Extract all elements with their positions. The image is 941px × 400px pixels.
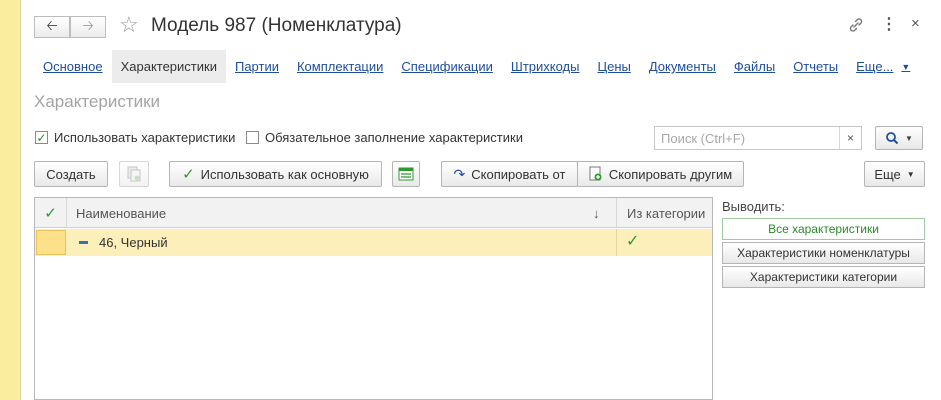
item-marker-icon — [79, 241, 88, 244]
copy-add-icon — [589, 166, 602, 181]
row-name: 46, Черный — [99, 235, 168, 250]
more-actions-label: Еще — [874, 166, 901, 182]
checkmark-icon: ✓ — [626, 233, 640, 250]
copy-to-others-label: Скопировать другим — [608, 166, 733, 182]
use-characteristics-option[interactable]: ✓ Использовать характеристики — [35, 130, 235, 145]
filter-category-characteristics-button[interactable]: Характеристики категории — [722, 266, 925, 288]
forward-button[interactable]: 🡢 — [70, 16, 106, 38]
window-title: Модель 987 (Номенклатура) — [151, 15, 402, 36]
name-column-header[interactable]: Наименование — [76, 198, 606, 228]
tab-batches[interactable]: Партии — [226, 50, 288, 83]
use-characteristics-label: Использовать характеристики — [54, 130, 236, 145]
copy-item-button[interactable] — [119, 161, 149, 187]
more-vertical-icon[interactable]: ⋮ — [881, 14, 897, 34]
back-button[interactable]: 🡠 — [34, 16, 70, 38]
use-as-main-label: Использовать как основную — [200, 166, 369, 182]
close-icon[interactable]: × — [911, 15, 920, 32]
filter-all-button[interactable]: Все характеристики — [722, 218, 925, 240]
link-icon[interactable] — [847, 16, 865, 34]
table-row[interactable]: 46, Черный ✓ — [35, 229, 712, 256]
tab-bar: Основное Характеристики Партии Комплекта… — [34, 50, 919, 83]
characteristics-table[interactable]: ✓ Наименование ↓ Из категории 46, Черный… — [34, 197, 713, 400]
copy-document-icon — [127, 166, 141, 182]
tab-specifications[interactable]: Спецификации — [392, 50, 502, 83]
triangle-down-icon: ▼ — [901, 61, 911, 72]
curved-arrow-icon: ↷ — [453, 165, 466, 182]
section-title: Характеристики — [34, 92, 161, 111]
tab-barcodes[interactable]: Штрихкоды — [502, 50, 589, 83]
row-mark-cell[interactable] — [36, 230, 66, 255]
filter-label: Выводить: — [722, 199, 785, 214]
create-button[interactable]: Создать — [34, 161, 108, 187]
triangle-down-icon: ▼ — [906, 169, 915, 179]
search-input[interactable]: Поиск (Ctrl+F) × — [654, 126, 862, 150]
checkmark-icon: ✓ — [44, 205, 57, 222]
use-characteristics-checkbox[interactable]: ✓ — [35, 131, 48, 144]
mark-column-header[interactable]: ✓ — [35, 198, 67, 228]
arrow-right-icon: 🡢 — [82, 17, 94, 33]
star-icon[interactable]: ☆ — [119, 12, 139, 38]
column-divider — [616, 229, 617, 256]
form-window: 🡠 🡢 ☆ Модель 987 (Номенклатура) ⋮ × Осно… — [20, 0, 941, 400]
search-icon — [886, 132, 899, 145]
arrow-left-icon: 🡠 — [46, 17, 58, 33]
required-fill-checkbox[interactable] — [246, 131, 259, 144]
from-category-column-header[interactable]: Из категории — [616, 198, 712, 228]
list-settings-button[interactable] — [392, 161, 420, 187]
clear-search-button[interactable]: × — [839, 127, 861, 149]
sort-down-icon[interactable]: ↓ — [593, 198, 607, 228]
table-header: ✓ Наименование ↓ Из категории — [35, 198, 712, 228]
checkmark-icon: ✓ — [182, 166, 195, 183]
tab-characteristics[interactable]: Характеристики — [111, 50, 226, 83]
filter-item-characteristics-button[interactable]: Характеристики номенклатуры — [722, 242, 925, 264]
copy-to-others-button[interactable]: Скопировать другим — [577, 161, 744, 187]
copy-from-button[interactable]: ↷ Скопировать от — [441, 161, 578, 187]
close-icon: × — [846, 131, 854, 145]
tab-main[interactable]: Основное — [34, 50, 112, 83]
list-settings-icon — [398, 167, 414, 181]
tab-more-label: Еще... — [856, 59, 894, 74]
required-fill-option[interactable]: Обязательное заполнение характеристики — [246, 130, 523, 145]
triangle-down-icon: ▼ — [905, 133, 913, 143]
tab-kits[interactable]: Комплектации — [288, 50, 392, 83]
use-as-main-button[interactable]: ✓ Использовать как основную — [169, 161, 382, 187]
tab-prices[interactable]: Цены — [588, 50, 639, 83]
more-actions-button[interactable]: Еще ▼ — [864, 161, 925, 187]
search-button[interactable]: ▼ — [875, 126, 923, 150]
tab-reports[interactable]: Отчеты — [784, 50, 847, 83]
required-fill-label: Обязательное заполнение характеристики — [265, 130, 523, 145]
search-placeholder: Поиск (Ctrl+F) — [661, 131, 746, 146]
tab-files[interactable]: Файлы — [725, 50, 784, 83]
tab-more[interactable]: Еще... ▼ — [847, 50, 919, 83]
tab-documents[interactable]: Документы — [640, 50, 725, 83]
copy-from-label: Скопировать от — [471, 166, 566, 182]
